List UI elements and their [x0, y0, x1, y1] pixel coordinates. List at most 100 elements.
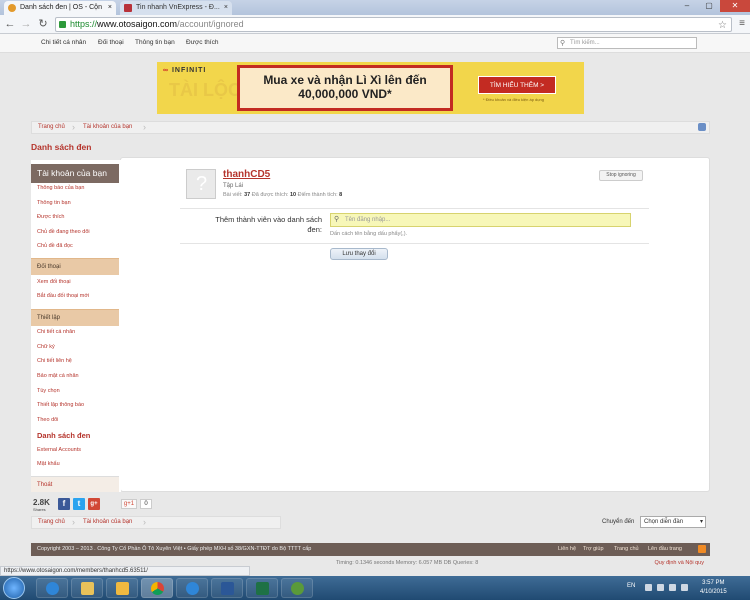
- user-stats: Bài viết: 37 Đã được thích: 10 Điểm thàn…: [223, 192, 342, 198]
- sidebar-item-following[interactable]: Theo dõi: [37, 417, 58, 423]
- reload-icon[interactable]: ↻: [36, 17, 50, 31]
- nav-likes[interactable]: Được thích: [186, 39, 218, 46]
- bookmark-star-icon[interactable]: ☆: [718, 19, 727, 32]
- footer-top-link[interactable]: Lên đầu trang: [648, 546, 682, 552]
- sidebar-item-privacy[interactable]: Bảo mật cá nhân: [37, 373, 79, 379]
- address-bar: ← → ↻ https://www.otosaigon.com/account/…: [0, 15, 750, 34]
- clock-date: 4/10/2015: [700, 589, 727, 595]
- sidebar-item-password[interactable]: Mật khẩu: [37, 461, 60, 467]
- tab-inactive[interactable]: Tin nhanh VnExpress - Đ... ×: [120, 1, 232, 15]
- url-input[interactable]: https://www.otosaigon.com/account/ignore…: [55, 17, 732, 32]
- breadcrumb-home[interactable]: Trang chủ: [38, 519, 65, 525]
- menu-icon[interactable]: ≡: [739, 18, 745, 29]
- close-window-icon[interactable]: ✕: [720, 0, 750, 12]
- language-indicator[interactable]: EN: [627, 583, 635, 589]
- tray-volume-icon[interactable]: [681, 584, 688, 591]
- breadcrumb-account[interactable]: Tài khoản của bạn: [83, 519, 132, 525]
- banner-background-text: TÀI LỘC: [169, 80, 241, 100]
- ie-taskbar-icon-2[interactable]: [176, 578, 208, 598]
- sidebar-item-view-conversations[interactable]: Xem đối thoại: [37, 279, 71, 285]
- sidebar-item-signature[interactable]: Chữ ký: [37, 344, 55, 350]
- search-icon: ⚲: [334, 216, 340, 223]
- back-icon[interactable]: ←: [3, 17, 17, 31]
- minimize-icon[interactable]: –: [676, 0, 698, 12]
- nav-conversations[interactable]: Đối thoại: [98, 39, 124, 46]
- external-link-icon[interactable]: [698, 123, 706, 131]
- tab-label: Tin nhanh VnExpress - Đ...: [136, 4, 220, 11]
- footer-copyright: Copyright 2003 – 2013 . Công Ty Cổ Phần …: [37, 546, 312, 552]
- ie-taskbar-icon[interactable]: [36, 578, 68, 598]
- ignored-username-link[interactable]: thanhCD5: [223, 169, 270, 180]
- banner-terms-note: * Điều khoản và điều kiện áp dụng: [483, 97, 544, 102]
- nav-personal-details[interactable]: Chi tiết cá nhân: [41, 39, 86, 46]
- debug-timing: Timing: 0.1346 seconds Memory: 6.057 MB …: [336, 560, 479, 566]
- sidebar-item-preferences[interactable]: Tùy chọn: [37, 388, 60, 394]
- tab-active[interactable]: Danh sách đen | OS - Cộn ×: [4, 1, 116, 15]
- nav-news-feed[interactable]: Thông tin bạn: [135, 39, 175, 46]
- breadcrumb-separator-icon: ›: [72, 122, 75, 132]
- sidebar-item-likes[interactable]: Được thích: [37, 214, 64, 220]
- sidebar-item-read-threads[interactable]: Chủ đề đã đọc: [37, 243, 73, 249]
- footer-contact-link[interactable]: Liên hệ: [558, 546, 576, 552]
- sidebar-item-external-accounts[interactable]: External Accounts: [37, 447, 81, 453]
- google-plus-icon[interactable]: g+: [88, 498, 100, 510]
- chrome-taskbar-icon[interactable]: [141, 578, 173, 598]
- breadcrumb-home[interactable]: Trang chủ: [38, 124, 65, 130]
- window-controls: – ▢ ✕: [676, 0, 750, 12]
- system-clock[interactable]: 3:57 PM 4/10/2015: [700, 579, 727, 597]
- explorer-taskbar-icon[interactable]: [71, 578, 103, 598]
- breadcrumb-account[interactable]: Tài khoản của bạn: [83, 124, 132, 130]
- excel-taskbar-icon[interactable]: [246, 578, 278, 598]
- sidebar-item-alerts[interactable]: Thông báo của bạn: [37, 185, 84, 191]
- forum-jump-select[interactable]: Chọn diễn đàn ▾: [640, 516, 706, 528]
- start-button-icon[interactable]: [3, 577, 25, 599]
- sidebar-section-settings: Thiết lập: [31, 309, 119, 326]
- forward-icon[interactable]: →: [19, 17, 33, 31]
- sidebar-item-alert-preferences[interactable]: Thiết lập thông báo: [37, 402, 84, 408]
- favicon-icon: [8, 4, 16, 12]
- ad-banner[interactable]: ∞ INFINITI TÀI LỘC Mua xe và nhận Lì Xì …: [157, 62, 584, 114]
- footer-help-link[interactable]: Trợ giúp: [583, 546, 604, 552]
- facebook-icon[interactable]: f: [58, 498, 70, 510]
- username-input[interactable]: ⚲ Tên đăng nhập...: [330, 213, 631, 227]
- posts-count: 37: [244, 192, 251, 198]
- browser-tab-bar: Danh sách đen | OS - Cộn × Tin nhanh VnE…: [0, 0, 750, 15]
- sidebar-item-news-feed[interactable]: Thông tin bạn: [37, 200, 71, 206]
- sidebar-item-ignored[interactable]: Danh sách đen: [37, 431, 90, 440]
- google-plus-one-button[interactable]: g+1: [121, 499, 137, 509]
- save-changes-button[interactable]: Lưu thay đổi: [330, 248, 388, 260]
- tray-up-arrow-icon[interactable]: [645, 584, 652, 591]
- sidebar-item-watched-threads[interactable]: Chủ đề đang theo dõi: [37, 229, 90, 235]
- breadcrumb-separator-icon: ›: [143, 122, 146, 132]
- footer: Copyright 2003 – 2013 . Công Ty Cổ Phần …: [31, 543, 710, 556]
- sidebar-item-contact-details[interactable]: Chi tiết liên hệ: [37, 358, 72, 364]
- app-taskbar-icon[interactable]: [281, 578, 313, 598]
- footer-home-link[interactable]: Trang chủ: [614, 546, 639, 552]
- learn-more-button[interactable]: TÌM HIỂU THÊM >: [478, 76, 556, 94]
- tray-network-icon[interactable]: [669, 584, 676, 591]
- sidebar-logout[interactable]: Thoát: [31, 476, 119, 492]
- clock-time: 3:57 PM: [702, 580, 725, 586]
- twitter-icon[interactable]: t: [73, 498, 85, 510]
- word-taskbar-icon[interactable]: [211, 578, 243, 598]
- avatar[interactable]: ?: [186, 169, 216, 199]
- maximize-icon[interactable]: ▢: [698, 0, 720, 12]
- sidebar-heading: Tài khoản của bạn: [31, 164, 119, 183]
- jump-to-label: Chuyển đến: [602, 519, 635, 525]
- close-tab-icon[interactable]: ×: [224, 1, 228, 14]
- search-input[interactable]: ⚲ Tìm kiếm...: [557, 37, 697, 49]
- forum-jump-value: Chọn diễn đàn: [644, 519, 684, 525]
- close-tab-icon[interactable]: ×: [108, 1, 112, 14]
- stop-ignoring-button[interactable]: Stop ignoring: [599, 170, 643, 181]
- page-title: Danh sách đen: [31, 142, 92, 152]
- windows-taskbar: EN 3:57 PM 4/10/2015: [0, 576, 750, 600]
- sidebar-item-new-conversation[interactable]: Bắt đầu đối thoại mới: [37, 293, 89, 299]
- breadcrumb-bottom: Trang chủ › Tài khoản của bạn ›: [31, 516, 281, 529]
- tray-flag-icon[interactable]: [657, 584, 664, 591]
- terms-link[interactable]: Quy định và Nội quy: [654, 560, 704, 566]
- input-hint: Dấn cách tên bằng dấu phẩy(,).: [330, 231, 408, 237]
- sidebar-item-personal-details[interactable]: Chi tiết cá nhân: [37, 329, 75, 335]
- question-mark-icon: ?: [196, 173, 208, 195]
- rss-icon[interactable]: [698, 545, 706, 553]
- folder-taskbar-icon[interactable]: [106, 578, 138, 598]
